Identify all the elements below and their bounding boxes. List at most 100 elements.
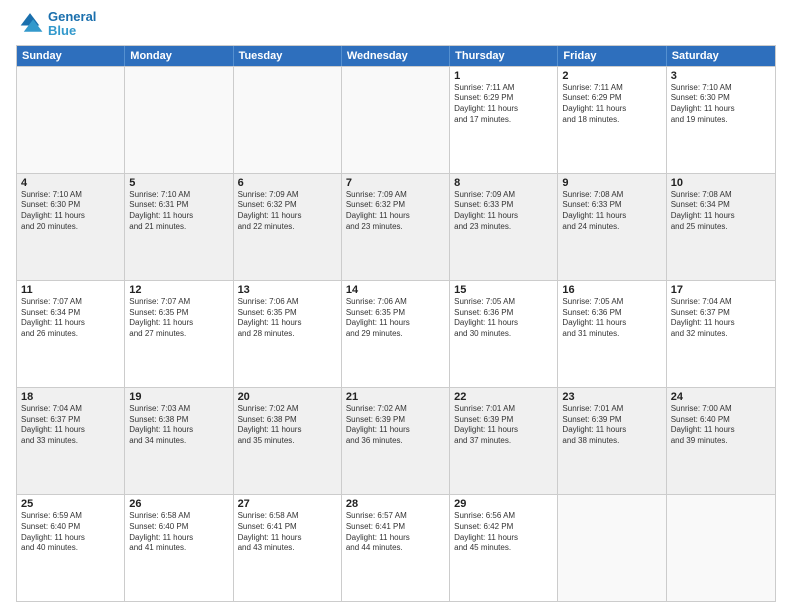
cal-row-2: 11Sunrise: 7:07 AMSunset: 6:34 PMDayligh… — [17, 280, 775, 387]
day-number: 23 — [562, 391, 661, 403]
weekday-header-wednesday: Wednesday — [342, 46, 450, 66]
cal-cell: 27Sunrise: 6:58 AMSunset: 6:41 PMDayligh… — [234, 495, 342, 601]
weekday-header-saturday: Saturday — [667, 46, 775, 66]
cal-cell: 29Sunrise: 6:56 AMSunset: 6:42 PMDayligh… — [450, 495, 558, 601]
day-number: 29 — [454, 498, 553, 510]
cal-row-1: 4Sunrise: 7:10 AMSunset: 6:30 PMDaylight… — [17, 173, 775, 280]
cell-info: Sunrise: 7:08 AMSunset: 6:33 PMDaylight:… — [562, 190, 661, 233]
day-number: 5 — [129, 177, 228, 189]
cal-cell — [342, 67, 450, 173]
logo-text: General Blue — [48, 10, 96, 39]
cal-cell: 24Sunrise: 7:00 AMSunset: 6:40 PMDayligh… — [667, 388, 775, 494]
cell-info: Sunrise: 7:04 AMSunset: 6:37 PMDaylight:… — [671, 297, 771, 340]
day-number: 14 — [346, 284, 445, 296]
cell-info: Sunrise: 7:09 AMSunset: 6:33 PMDaylight:… — [454, 190, 553, 233]
day-number: 3 — [671, 70, 771, 82]
cal-cell: 1Sunrise: 7:11 AMSunset: 6:29 PMDaylight… — [450, 67, 558, 173]
day-number: 13 — [238, 284, 337, 296]
cell-info: Sunrise: 7:03 AMSunset: 6:38 PMDaylight:… — [129, 404, 228, 447]
cell-info: Sunrise: 7:10 AMSunset: 6:30 PMDaylight:… — [671, 83, 771, 126]
header: General Blue — [16, 10, 776, 39]
day-number: 16 — [562, 284, 661, 296]
calendar-body: 1Sunrise: 7:11 AMSunset: 6:29 PMDaylight… — [17, 66, 775, 601]
cal-cell: 15Sunrise: 7:05 AMSunset: 6:36 PMDayligh… — [450, 281, 558, 387]
day-number: 2 — [562, 70, 661, 82]
day-number: 12 — [129, 284, 228, 296]
cal-cell: 22Sunrise: 7:01 AMSunset: 6:39 PMDayligh… — [450, 388, 558, 494]
cal-cell: 9Sunrise: 7:08 AMSunset: 6:33 PMDaylight… — [558, 174, 666, 280]
cal-cell: 3Sunrise: 7:10 AMSunset: 6:30 PMDaylight… — [667, 67, 775, 173]
cal-cell — [234, 67, 342, 173]
cell-info: Sunrise: 7:08 AMSunset: 6:34 PMDaylight:… — [671, 190, 771, 233]
day-number: 21 — [346, 391, 445, 403]
cal-cell: 2Sunrise: 7:11 AMSunset: 6:29 PMDaylight… — [558, 67, 666, 173]
day-number: 10 — [671, 177, 771, 189]
day-number: 18 — [21, 391, 120, 403]
cal-cell: 12Sunrise: 7:07 AMSunset: 6:35 PMDayligh… — [125, 281, 233, 387]
cell-info: Sunrise: 7:02 AMSunset: 6:38 PMDaylight:… — [238, 404, 337, 447]
cell-info: Sunrise: 7:07 AMSunset: 6:34 PMDaylight:… — [21, 297, 120, 340]
cell-info: Sunrise: 7:04 AMSunset: 6:37 PMDaylight:… — [21, 404, 120, 447]
cal-cell: 25Sunrise: 6:59 AMSunset: 6:40 PMDayligh… — [17, 495, 125, 601]
cal-cell: 16Sunrise: 7:05 AMSunset: 6:36 PMDayligh… — [558, 281, 666, 387]
cal-row-3: 18Sunrise: 7:04 AMSunset: 6:37 PMDayligh… — [17, 387, 775, 494]
cal-cell — [125, 67, 233, 173]
day-number: 7 — [346, 177, 445, 189]
cal-cell: 13Sunrise: 7:06 AMSunset: 6:35 PMDayligh… — [234, 281, 342, 387]
day-number: 27 — [238, 498, 337, 510]
cal-cell: 19Sunrise: 7:03 AMSunset: 6:38 PMDayligh… — [125, 388, 233, 494]
cell-info: Sunrise: 7:11 AMSunset: 6:29 PMDaylight:… — [454, 83, 553, 126]
weekday-header-thursday: Thursday — [450, 46, 558, 66]
cell-info: Sunrise: 6:58 AMSunset: 6:40 PMDaylight:… — [129, 511, 228, 554]
cal-cell: 17Sunrise: 7:04 AMSunset: 6:37 PMDayligh… — [667, 281, 775, 387]
cell-info: Sunrise: 6:59 AMSunset: 6:40 PMDaylight:… — [21, 511, 120, 554]
cell-info: Sunrise: 7:10 AMSunset: 6:30 PMDaylight:… — [21, 190, 120, 233]
cell-info: Sunrise: 7:09 AMSunset: 6:32 PMDaylight:… — [346, 190, 445, 233]
cal-cell: 11Sunrise: 7:07 AMSunset: 6:34 PMDayligh… — [17, 281, 125, 387]
cal-cell — [667, 495, 775, 601]
cal-row-4: 25Sunrise: 6:59 AMSunset: 6:40 PMDayligh… — [17, 494, 775, 601]
cal-cell: 28Sunrise: 6:57 AMSunset: 6:41 PMDayligh… — [342, 495, 450, 601]
cal-cell: 26Sunrise: 6:58 AMSunset: 6:40 PMDayligh… — [125, 495, 233, 601]
day-number: 4 — [21, 177, 120, 189]
cell-info: Sunrise: 7:05 AMSunset: 6:36 PMDaylight:… — [562, 297, 661, 340]
calendar-header: SundayMondayTuesdayWednesdayThursdayFrid… — [17, 46, 775, 66]
day-number: 19 — [129, 391, 228, 403]
logo-icon — [16, 10, 44, 38]
weekday-header-sunday: Sunday — [17, 46, 125, 66]
cell-info: Sunrise: 7:07 AMSunset: 6:35 PMDaylight:… — [129, 297, 228, 340]
cell-info: Sunrise: 7:10 AMSunset: 6:31 PMDaylight:… — [129, 190, 228, 233]
day-number: 20 — [238, 391, 337, 403]
day-number: 1 — [454, 70, 553, 82]
cell-info: Sunrise: 7:06 AMSunset: 6:35 PMDaylight:… — [346, 297, 445, 340]
day-number: 11 — [21, 284, 120, 296]
day-number: 6 — [238, 177, 337, 189]
day-number: 25 — [21, 498, 120, 510]
calendar: SundayMondayTuesdayWednesdayThursdayFrid… — [16, 45, 776, 602]
cal-cell: 23Sunrise: 7:01 AMSunset: 6:39 PMDayligh… — [558, 388, 666, 494]
cal-cell: 5Sunrise: 7:10 AMSunset: 6:31 PMDaylight… — [125, 174, 233, 280]
cell-info: Sunrise: 7:01 AMSunset: 6:39 PMDaylight:… — [454, 404, 553, 447]
cell-info: Sunrise: 6:56 AMSunset: 6:42 PMDaylight:… — [454, 511, 553, 554]
cell-info: Sunrise: 7:05 AMSunset: 6:36 PMDaylight:… — [454, 297, 553, 340]
cal-cell — [17, 67, 125, 173]
cal-row-0: 1Sunrise: 7:11 AMSunset: 6:29 PMDaylight… — [17, 66, 775, 173]
day-number: 26 — [129, 498, 228, 510]
cal-cell: 7Sunrise: 7:09 AMSunset: 6:32 PMDaylight… — [342, 174, 450, 280]
weekday-header-monday: Monday — [125, 46, 233, 66]
day-number: 9 — [562, 177, 661, 189]
cal-cell — [558, 495, 666, 601]
cal-cell: 20Sunrise: 7:02 AMSunset: 6:38 PMDayligh… — [234, 388, 342, 494]
cell-info: Sunrise: 7:11 AMSunset: 6:29 PMDaylight:… — [562, 83, 661, 126]
day-number: 15 — [454, 284, 553, 296]
cell-info: Sunrise: 7:02 AMSunset: 6:39 PMDaylight:… — [346, 404, 445, 447]
cal-cell: 8Sunrise: 7:09 AMSunset: 6:33 PMDaylight… — [450, 174, 558, 280]
day-number: 22 — [454, 391, 553, 403]
cal-cell: 6Sunrise: 7:09 AMSunset: 6:32 PMDaylight… — [234, 174, 342, 280]
day-number: 24 — [671, 391, 771, 403]
cell-info: Sunrise: 7:01 AMSunset: 6:39 PMDaylight:… — [562, 404, 661, 447]
day-number: 28 — [346, 498, 445, 510]
logo: General Blue — [16, 10, 96, 39]
day-number: 17 — [671, 284, 771, 296]
page: General Blue SundayMondayTuesdayWednesda… — [0, 0, 792, 612]
